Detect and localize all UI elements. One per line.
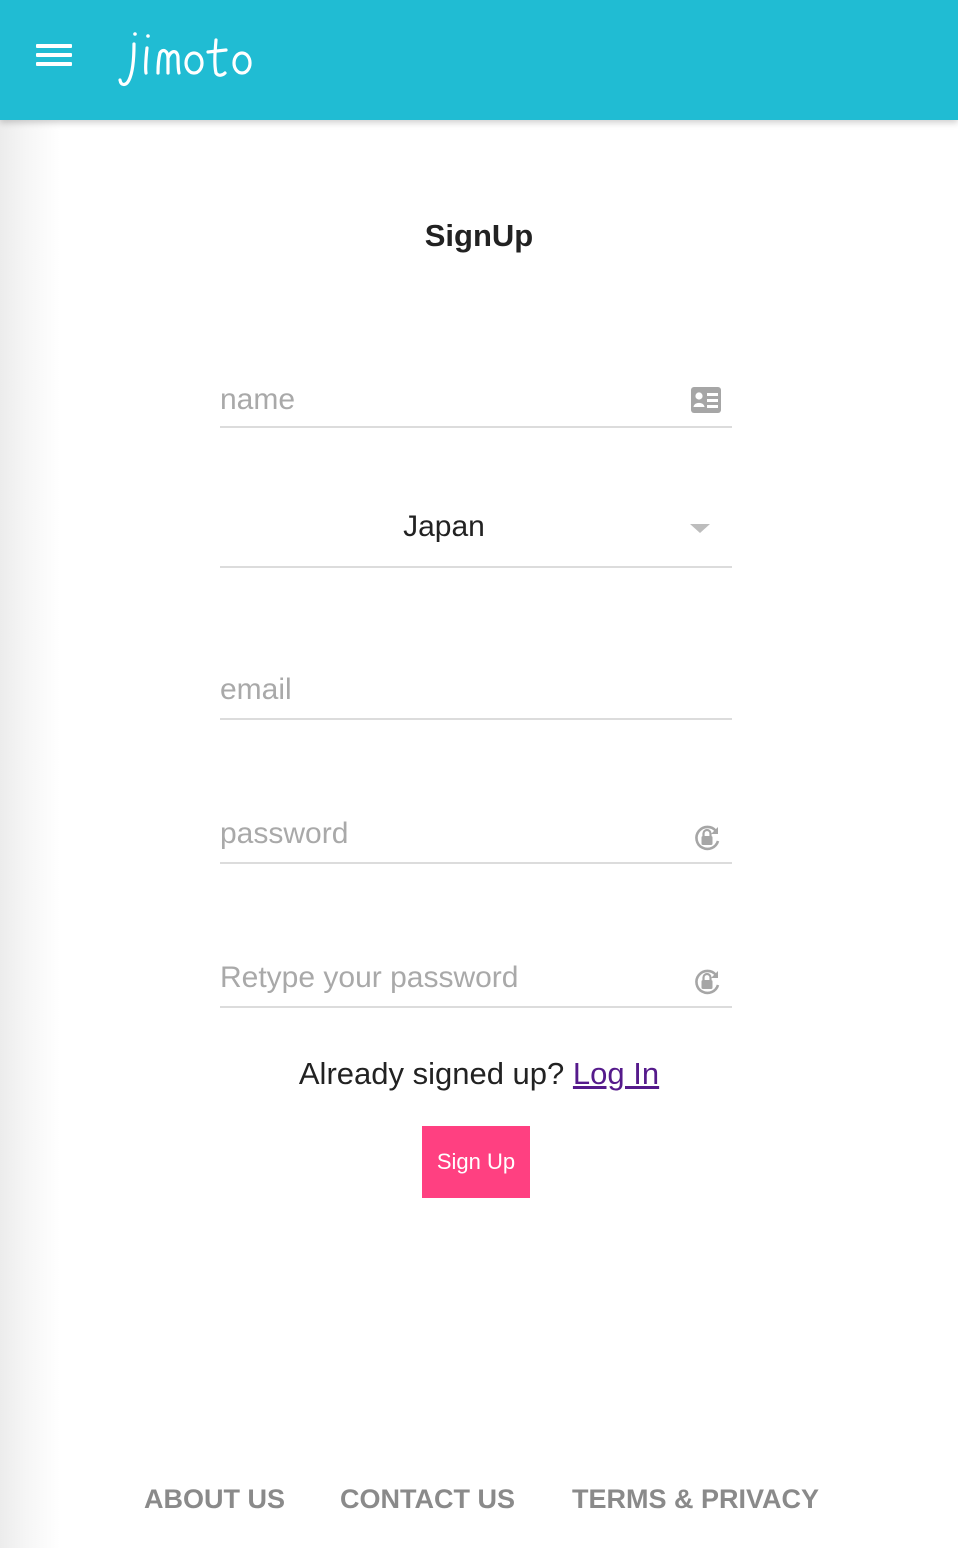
footer-link-terms-privacy[interactable]: TERMS & PRIVACY bbox=[572, 1484, 819, 1515]
already-signed-up-text: Already signed up? Log In bbox=[0, 1056, 958, 1092]
retype-password-field bbox=[220, 954, 732, 1008]
name-field bbox=[220, 376, 732, 428]
hamburger-menu-icon[interactable] bbox=[26, 36, 80, 78]
retype-password-input[interactable] bbox=[220, 954, 732, 1002]
id-card-icon bbox=[691, 387, 721, 413]
top-app-bar bbox=[0, 0, 958, 120]
jimoto-logo[interactable] bbox=[112, 22, 292, 94]
login-link[interactable]: Log In bbox=[573, 1056, 659, 1091]
password-field bbox=[220, 810, 732, 864]
footer-link-contact-us[interactable]: CONTACT US bbox=[340, 1484, 515, 1515]
lock-reset-icon[interactable] bbox=[692, 822, 722, 854]
country-select[interactable]: Japan bbox=[220, 500, 732, 568]
page-title: SignUp bbox=[424, 218, 534, 253]
sign-up-button[interactable]: Sign Up bbox=[422, 1126, 530, 1198]
country-selected-value: Japan bbox=[403, 510, 485, 543]
password-input[interactable] bbox=[220, 810, 732, 858]
chevron-down-icon bbox=[690, 524, 710, 533]
name-input[interactable] bbox=[220, 376, 732, 424]
footer-link-about-us[interactable]: ABOUT US bbox=[144, 1484, 285, 1515]
side-shade bbox=[0, 120, 60, 1548]
email-field bbox=[220, 666, 732, 720]
lock-reset-icon[interactable] bbox=[692, 966, 722, 998]
already-signed-up-label: Already signed up? bbox=[298, 1056, 565, 1091]
email-input[interactable] bbox=[220, 666, 732, 714]
